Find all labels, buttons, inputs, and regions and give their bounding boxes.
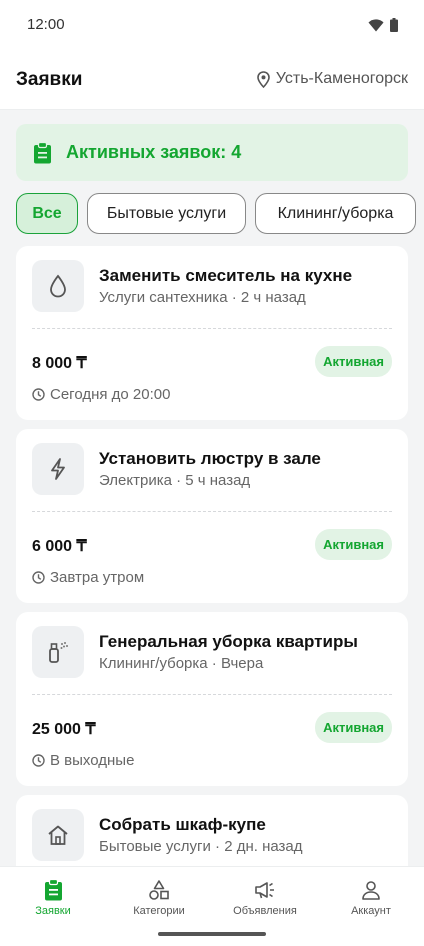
request-category-icon-box [32, 809, 84, 861]
active-requests-count: Активных заявок: 4 [66, 142, 242, 162]
nav-tab-label: Категории [133, 905, 185, 917]
request-title: Установить люстру в зале [99, 449, 321, 468]
location-label: Усть-Каменогорск [275, 70, 408, 87]
request-deadline: Завтра утром [32, 569, 144, 586]
spray-bottle-icon [49, 642, 68, 663]
request-subtitle: Услуги сантехника · 2 ч назад [99, 289, 306, 306]
nav-tab-label: Объявления [233, 905, 297, 917]
clipboard-icon [44, 879, 62, 901]
request-deadline-text: В выходные [50, 752, 135, 769]
active-requests-banner: Активных заявок: 4 [16, 124, 408, 181]
wifi-icon [368, 18, 384, 31]
lightning-icon [51, 458, 65, 480]
clipboard-icon [34, 141, 51, 163]
nav-tab-categories[interactable]: Категории [106, 879, 212, 917]
status-time: 12:00 [27, 16, 65, 33]
filter-chips: Все Бытовые услуги Клининг/уборка [16, 193, 416, 234]
request-title: Генеральная уборка квартиры [99, 632, 358, 651]
status-badge: Активная [315, 712, 392, 743]
status-badge: Активная [315, 346, 392, 377]
nav-tab-requests[interactable]: Заявки [0, 879, 106, 917]
water-drop-icon [50, 274, 66, 298]
card-divider [32, 328, 392, 329]
request-subtitle: Электрика · 5 ч назад [99, 472, 251, 489]
request-price: 25 000 ₸ [32, 721, 96, 738]
filter-chip-cleaning[interactable]: Клининг/уборка [255, 193, 416, 234]
request-subtitle: Клининг/уборка · Вчера [99, 655, 264, 672]
clock-icon [32, 754, 45, 767]
clock-icon [32, 388, 45, 401]
request-card[interactable]: Установить люстру в зале Электрика · 5 ч… [16, 429, 408, 603]
nav-tab-announcements[interactable]: Объявления [212, 879, 318, 917]
request-subtitle: Бытовые услуги · 2 дн. назад [99, 838, 303, 855]
clock-icon [32, 571, 45, 584]
request-deadline-text: Завтра утром [50, 569, 145, 586]
person-icon [362, 881, 380, 900]
shapes-icon [149, 880, 169, 900]
request-category-icon-box [32, 443, 84, 495]
nav-tab-label: Аккаунт [351, 905, 391, 917]
status-badge: Активная [315, 529, 392, 560]
app-header: Заявки Усть-Каменогорск [0, 50, 424, 110]
request-price: 6 000 ₸ [32, 538, 87, 555]
request-category-icon-box [32, 260, 84, 312]
card-divider [32, 694, 392, 695]
request-category-icon-box [32, 626, 84, 678]
megaphone-icon [255, 882, 274, 899]
request-card[interactable]: Заменить смеситель на кухне Услуги санте… [16, 246, 408, 420]
request-price: 8 000 ₸ [32, 355, 87, 372]
filter-chip-household[interactable]: Бытовые услуги [87, 193, 246, 234]
request-title: Собрать шкаф-купе [99, 815, 266, 834]
status-bar: 12:00 [0, 0, 424, 50]
card-divider [32, 511, 392, 512]
page-title: Заявки [16, 69, 83, 90]
request-deadline-text: Сегодня до 20:00 [50, 386, 171, 403]
battery-icon [390, 18, 398, 32]
location-pin-icon [256, 70, 270, 88]
nav-tab-account[interactable]: Аккаунт [318, 879, 424, 917]
request-card[interactable]: Генеральная уборка квартиры Клининг/убор… [16, 612, 408, 786]
status-icons [368, 18, 398, 32]
house-icon [48, 825, 68, 845]
home-indicator[interactable] [158, 932, 266, 936]
request-deadline: В выходные [32, 752, 134, 769]
nav-tab-label: Заявки [35, 905, 71, 917]
request-title: Заменить смеситель на кухне [99, 266, 353, 285]
location-selector[interactable]: Усть-Каменогорск [256, 70, 408, 88]
filter-chip-all[interactable]: Все [16, 193, 78, 234]
request-deadline: Сегодня до 20:00 [32, 386, 170, 403]
